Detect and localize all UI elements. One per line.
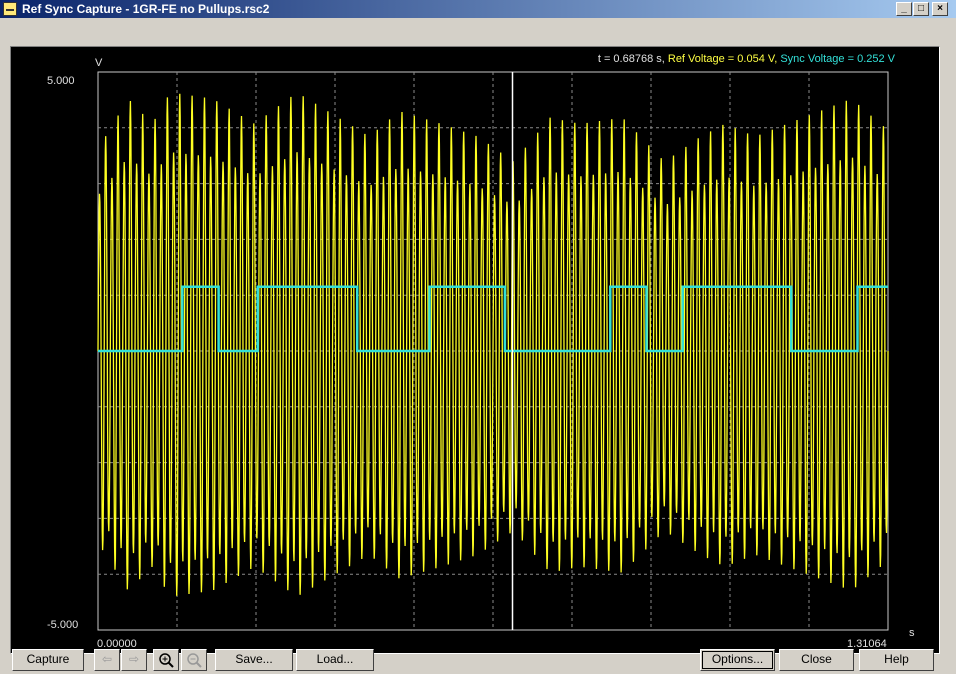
arrow-right-icon: ⇨ [128,652,140,666]
readout-sync-voltage: Sync Voltage = 0.252 V [780,53,895,65]
cursor-readout: t = 0.68768 s, Ref Voltage = 0.054 V, Sy… [598,53,895,65]
zoom-out-icon [187,653,202,668]
y-max-label: 5.000 [47,75,75,87]
close-window-button[interactable]: × [932,2,948,16]
scope-chart[interactable] [11,47,939,653]
x-unit-label: s [909,627,915,639]
readout-time: t = 0.68768 s, [597,53,665,65]
scope-panel[interactable]: V 5.000 -5.000 s 0.00000 1.31064 t = 0.6… [10,46,940,654]
minimize-button[interactable]: _ [896,2,912,16]
y-min-label: -5.000 [47,619,79,631]
zoom-in-icon [159,653,174,668]
readout-ref-voltage: Ref Voltage = 0.054 V, [667,53,778,65]
window-title: Ref Sync Capture - 1GR-FE no Pullups.rsc… [22,2,270,16]
arrow-left-icon: ⇦ [101,652,113,666]
y-unit-label: V [95,57,103,69]
window-body: V 5.000 -5.000 s 0.00000 1.31064 t = 0.6… [0,18,956,668]
app-icon [3,2,17,16]
title-bar: Ref Sync Capture - 1GR-FE no Pullups.rsc… [0,0,956,18]
maximize-button[interactable]: □ [913,2,929,16]
